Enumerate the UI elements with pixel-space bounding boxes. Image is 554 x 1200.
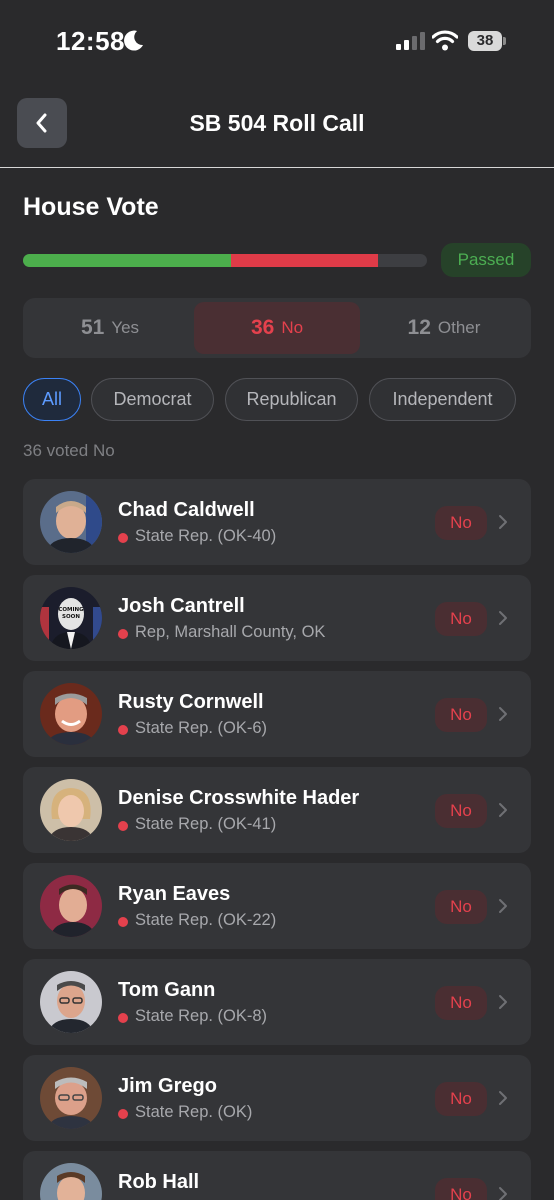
party-dot [118, 629, 128, 639]
filter-independent[interactable]: Independent [369, 378, 516, 421]
avatar-text: COMING [58, 607, 84, 613]
battery-level: 38 [476, 32, 494, 49]
member-role: Rep, Marshall County, OK [135, 623, 326, 641]
vote-badge: No [435, 698, 487, 732]
member-name: Ryan Eaves [118, 883, 231, 905]
avatar-text: SOON [62, 614, 80, 620]
vote-badge: No [435, 890, 487, 924]
filter-all[interactable]: All [23, 378, 81, 421]
tally-label: No [281, 318, 304, 337]
vote-result-bar [23, 254, 427, 267]
member-row[interactable]: Rob Hall No [23, 1151, 531, 1200]
portrait [40, 779, 102, 841]
member-role: State Rep. (OK-22) [135, 911, 277, 929]
member-role: State Rep. (OK-8) [135, 1007, 268, 1025]
vote-badge: No [435, 1178, 487, 1200]
tally-label: Yes [111, 318, 140, 337]
party-dot [118, 1109, 128, 1119]
portrait [40, 875, 102, 937]
portrait [40, 1067, 102, 1129]
avatar [40, 971, 102, 1033]
tally-count: 36 [250, 316, 275, 339]
avatar [40, 683, 102, 745]
member-row[interactable]: Tom Gann State Rep. (OK-8) No [23, 959, 531, 1045]
chevron-right-icon [499, 995, 507, 1009]
portrait [40, 971, 102, 1033]
chevron-right-icon [499, 899, 507, 913]
party-dot [118, 533, 128, 543]
wifi-icon [432, 30, 458, 51]
battery-icon: 38 [468, 31, 506, 51]
avatar [40, 1067, 102, 1129]
status-bar: 12:58 38 [0, 0, 554, 84]
battery-tip [503, 37, 506, 45]
moon-icon [124, 30, 143, 51]
member-row[interactable]: COMING SOON Josh Cantrell Rep, Marshall … [23, 575, 531, 661]
member-name: Denise Crosswhite Hader [118, 787, 360, 809]
member-row[interactable]: Rusty Cornwell State Rep. (OK-6) No [23, 671, 531, 757]
vote-bar-no [231, 254, 379, 267]
party-dot [118, 917, 128, 927]
party-dot [118, 725, 128, 735]
tally-yes[interactable]: 51 Yes [27, 302, 193, 354]
signal-icon [396, 32, 425, 50]
chevron-right-icon [499, 611, 507, 625]
filter-democrat[interactable]: Democrat [91, 378, 214, 421]
avatar: COMING SOON [40, 587, 102, 649]
page-title: SB 504 Roll Call [189, 110, 365, 136]
vote-badge: No [435, 506, 487, 540]
portrait: COMING SOON [40, 587, 102, 649]
chevron-right-icon [499, 1091, 507, 1105]
portrait [40, 683, 102, 745]
member-name: Rob Hall [118, 1171, 200, 1193]
section-title: House Vote [23, 193, 159, 221]
tally-count: 12 [407, 316, 431, 339]
nav-bar: SB 504 Roll Call [0, 84, 554, 168]
status-time: 12:58 [56, 26, 125, 56]
portrait [40, 1163, 102, 1200]
member-row[interactable]: Jim Grego State Rep. (OK) No [23, 1055, 531, 1141]
member-name: Jim Grego [118, 1075, 217, 1097]
member-role: State Rep. (OK-40) [135, 527, 277, 545]
party-dot [118, 1013, 128, 1023]
vote-count-summary: 36 voted No [23, 441, 115, 460]
member-role: State Rep. (OK-6) [135, 719, 268, 737]
vote-badge: No [435, 1082, 487, 1116]
member-role: State Rep. (OK-41) [135, 815, 277, 833]
avatar [40, 1163, 102, 1200]
status-badge: Passed [441, 243, 531, 277]
tally-no[interactable]: 36 No [194, 302, 360, 354]
chevron-right-icon [499, 707, 507, 721]
vote-badge: No [435, 794, 487, 828]
member-row[interactable]: Denise Crosswhite Hader State Rep. (OK-4… [23, 767, 531, 853]
chevron-right-icon [499, 1187, 507, 1200]
vote-badge: No [435, 602, 487, 636]
filter-republican[interactable]: Republican [225, 378, 358, 421]
member-name: Chad Caldwell [118, 499, 255, 521]
avatar [40, 875, 102, 937]
chevron-right-icon [499, 803, 507, 817]
vote-tally: 51 Yes 36 No 12 Other [23, 298, 531, 358]
tally-other[interactable]: 12 Other [361, 302, 527, 354]
member-role: State Rep. (OK) [135, 1103, 253, 1121]
member-row[interactable]: Ryan Eaves State Rep. (OK-22) No [23, 863, 531, 949]
tally-label: Other [437, 318, 481, 337]
avatar [40, 779, 102, 841]
chevron-right-icon [499, 515, 507, 529]
portrait [40, 491, 102, 553]
vote-bar-yes [23, 254, 232, 267]
member-name: Rusty Cornwell [118, 691, 264, 713]
member-name: Tom Gann [118, 979, 216, 1001]
vote-badge: No [435, 986, 487, 1020]
member-name: Josh Cantrell [118, 595, 245, 617]
tally-count: 51 [80, 316, 105, 339]
party-dot [118, 821, 128, 831]
avatar [40, 491, 102, 553]
member-row[interactable]: Chad Caldwell State Rep. (OK-40) No [23, 479, 531, 565]
